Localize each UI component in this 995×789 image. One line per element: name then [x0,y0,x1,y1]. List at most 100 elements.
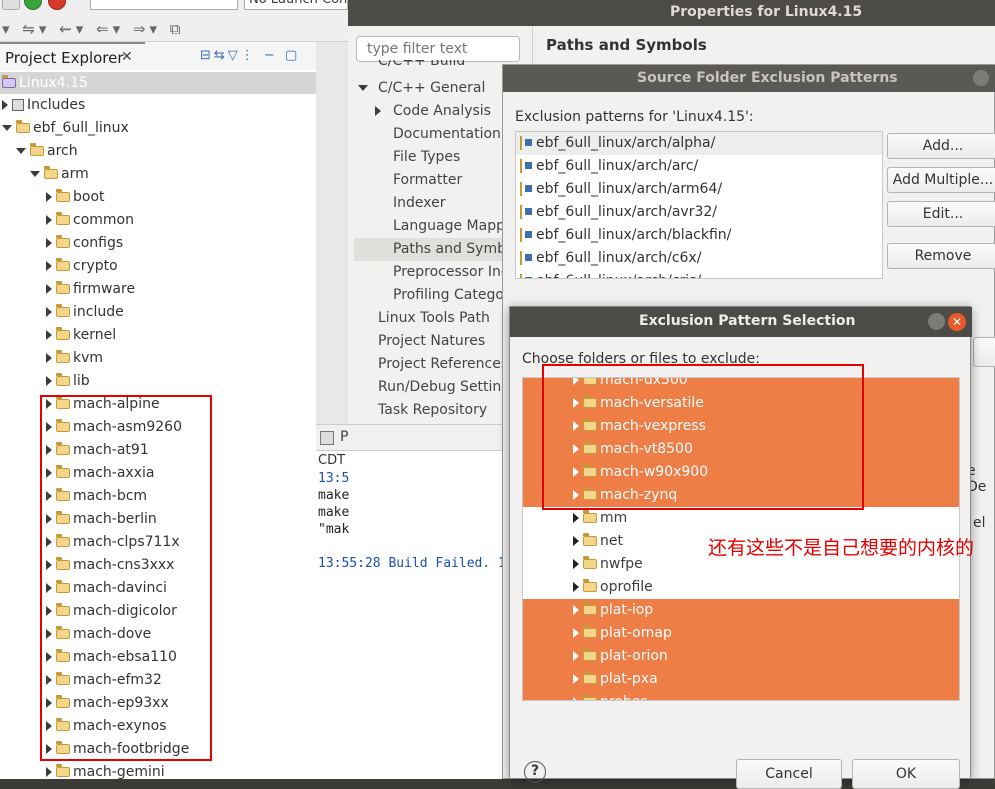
exclusion-pattern-row[interactable]: ebf_6ull_linux/arch/blackfin/ [516,224,882,247]
collapse-arrow-icon[interactable] [358,85,368,91]
expand-arrow-icon[interactable] [46,330,52,340]
toolbar-run-button[interactable] [2,0,20,10]
project-explorer-tab[interactable]: Project Explorer ✕ [0,42,145,70]
folder-icon [56,373,70,386]
exclusion-pattern-row[interactable]: ebf_6ull_linux/arch/c6x/ [516,247,882,270]
tree-item[interactable]: mach-gemini [46,761,165,783]
expand-arrow-icon[interactable] [573,651,579,661]
expand-arrow-icon[interactable] [573,605,579,615]
expand-arrow-icon[interactable] [375,106,381,116]
edit-button[interactable]: Edit... [887,201,995,227]
toolbar-nav-icons[interactable]: ▾ ⇋▾ ⇜▾ ⇐▾ ⇒▾ ⧉ [2,20,184,38]
help-button[interactable]: ? [524,761,546,783]
patterns-list[interactable]: ebf_6ull_linux/arch/alpha/ebf_6ull_linux… [515,131,883,279]
expand-arrow-icon[interactable] [573,559,579,569]
tree-item[interactable]: kvm [46,347,103,369]
expand-arrow-icon[interactable] [46,767,52,777]
pref-nav-item[interactable]: Linux Tools Path [354,307,504,330]
toolbar-search-field[interactable] [90,0,238,10]
pref-nav-item[interactable]: Preprocessor Inc [354,261,504,284]
ok-button[interactable]: OK [852,759,960,789]
tree-item[interactable]: kernel [46,324,116,346]
close-icon[interactable]: ✕ [948,313,966,331]
expand-arrow-icon[interactable] [573,628,579,638]
pref-nav-item[interactable]: Project Natures [354,330,504,353]
add-multiple-button[interactable]: Add Multiple... [887,167,995,193]
close-icon[interactable]: ✕ [121,49,133,65]
tree-item[interactable]: boot [46,186,105,208]
tree-arm[interactable]: arm [30,163,89,185]
selection-tree-row[interactable]: plat-pxa [523,668,959,691]
toolbar-stop-button[interactable] [48,0,66,10]
selection-tree-row[interactable]: oprofile [523,576,959,599]
folder-icon [56,350,70,363]
tree-item[interactable]: crypto [46,255,118,277]
tree-project-folder[interactable]: ebf_6ull_linux [2,117,129,139]
expand-arrow-icon[interactable] [46,215,52,225]
selection-tree-label: plat-omap [600,625,672,641]
expand-arrow-icon[interactable] [573,697,579,700]
pref-nav-item[interactable]: Language Mappin [354,215,504,238]
tree-item[interactable]: firmware [46,278,135,300]
console-tab[interactable]: P [316,425,512,451]
pref-nav-item[interactable]: Profiling Categor [354,284,504,307]
expand-arrow-icon[interactable] [573,674,579,684]
exclusion-pattern-row[interactable]: ebf_6ull_linux/arch/alpha/ [516,132,882,155]
cancel-button[interactable]: Cancel [736,759,842,789]
exclusion-pattern-row[interactable]: ebf_6ull_linux/arch/cris/ [516,270,882,278]
collapse-arrow-icon[interactable] [2,125,12,131]
tree-includes[interactable]: Includes [2,94,85,116]
launch-config-combo[interactable]: No Launch Con [244,0,348,10]
expand-arrow-icon[interactable] [573,513,579,523]
filter-input[interactable] [356,36,520,62]
exclusion-pattern-row[interactable]: ebf_6ull_linux/arch/avr32/ [516,201,882,224]
exclusion-pattern-label: ebf_6ull_linux/arch/arm64/ [536,181,723,197]
tree-item-label: kernel [73,327,117,343]
add-button[interactable]: Add... [887,133,995,159]
selection-tree-row[interactable]: plat-iop [523,599,959,622]
expand-arrow-icon[interactable] [573,536,579,546]
pref-nav-item[interactable]: Task Repository [354,399,504,422]
maximize-icon[interactable] [973,70,989,86]
exclusion-pattern-row[interactable]: ebf_6ull_linux/arch/arc/ [516,155,882,178]
folder-icon [56,304,70,317]
pref-nav-item[interactable]: C/C++ Build [354,60,504,72]
expand-arrow-icon[interactable] [573,582,579,592]
pref-nav-item[interactable]: Run/Debug Settings [354,376,504,399]
tree-arch[interactable]: arch [16,140,78,162]
pref-nav-item[interactable]: Formatter [354,169,504,192]
expand-arrow-icon[interactable] [46,284,52,294]
tree-item[interactable]: lib [46,370,90,392]
expand-arrow-icon[interactable] [46,192,52,202]
pref-nav-item[interactable]: Documentation [354,123,504,146]
pref-nav-label: C/C++ Build [378,60,466,69]
pref-nav-item[interactable]: Code Analysis [354,100,504,123]
selection-tree-row[interactable]: plat-orion [523,645,959,668]
selection-tree-row[interactable]: probes [523,691,959,700]
expand-arrow-icon[interactable] [46,307,52,317]
collapse-arrow-icon[interactable] [30,171,40,177]
expand-arrow-icon[interactable] [46,376,52,386]
tree-root[interactable]: Linux4.15 [0,72,316,94]
pref-nav-item[interactable]: Project References [354,353,504,376]
exclusion-pattern-row[interactable]: ebf_6ull_linux/arch/arm64/ [516,178,882,201]
pref-nav-item[interactable]: C/C++ General [354,77,504,100]
tree-item[interactable]: configs [46,232,123,254]
pref-nav-item[interactable]: File Types [354,146,504,169]
pref-nav-item[interactable]: Paths and Symbo [354,238,504,261]
maximize-icon[interactable] [928,313,945,330]
tree-item[interactable]: common [46,209,134,231]
ok-button-partial[interactable] [973,337,995,367]
remove-button[interactable]: Remove [887,243,995,269]
expand-arrow-icon[interactable] [2,100,8,110]
selection-tree-row[interactable]: mm [523,507,959,530]
expand-arrow-icon[interactable] [46,353,52,363]
expand-arrow-icon[interactable] [46,261,52,271]
toolbar-debug-button[interactable] [24,0,42,10]
expand-arrow-icon[interactable] [46,238,52,248]
view-toolbar-icons[interactable]: ⊟⇆▽⋮ − ▢ [200,48,300,63]
tree-item[interactable]: include [46,301,124,323]
collapse-arrow-icon[interactable] [16,148,26,154]
pref-nav-item[interactable]: Indexer [354,192,504,215]
selection-tree-row[interactable]: plat-omap [523,622,959,645]
